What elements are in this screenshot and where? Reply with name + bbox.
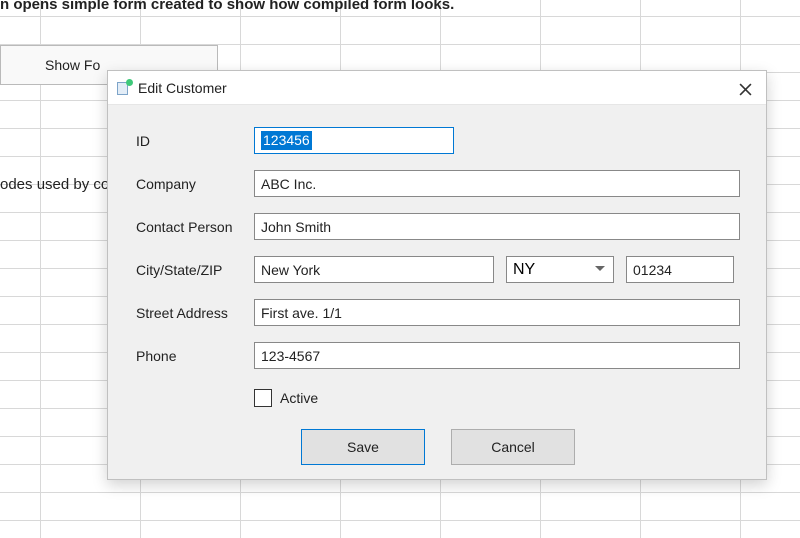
phone-value: 123-4567 [261, 348, 320, 364]
id-input[interactable]: 123456 [254, 127, 454, 154]
codes-text: odes used by co [0, 176, 109, 193]
phone-input[interactable]: 123-4567 [254, 342, 740, 369]
contact-input[interactable]: John Smith [254, 213, 740, 240]
dialog-title: Edit Customer [138, 80, 227, 96]
form-body: ID 123456 Company ABC Inc. Contact Perso… [108, 105, 766, 477]
city-input[interactable]: New York [254, 256, 494, 283]
label-street: Street Address [136, 305, 254, 321]
active-checkbox[interactable] [254, 389, 272, 407]
row-street: Street Address First ave. 1/1 [136, 299, 740, 326]
company-input[interactable]: ABC Inc. [254, 170, 740, 197]
row-company: Company ABC Inc. [136, 170, 740, 197]
label-csz: City/State/ZIP [136, 262, 254, 278]
cancel-button[interactable]: Cancel [451, 429, 575, 465]
save-button[interactable]: Save [301, 429, 425, 465]
dialog-buttons: Save Cancel [136, 429, 740, 465]
row-id: ID 123456 [136, 127, 740, 154]
label-company: Company [136, 176, 254, 192]
label-phone: Phone [136, 348, 254, 364]
close-button[interactable] [730, 77, 760, 101]
label-id: ID [136, 133, 254, 149]
street-value: First ave. 1/1 [261, 305, 342, 321]
company-value: ABC Inc. [261, 176, 316, 192]
row-contact: Contact Person John Smith [136, 213, 740, 240]
label-contact: Contact Person [136, 219, 254, 235]
dialog-icon [116, 80, 132, 96]
street-input[interactable]: First ave. 1/1 [254, 299, 740, 326]
id-value: 123456 [261, 131, 312, 150]
dialog-titlebar: Edit Customer [108, 71, 766, 105]
state-select[interactable]: NY [506, 256, 614, 283]
show-form-label: Show Fo [45, 57, 100, 73]
state-value: NY [513, 261, 535, 279]
zip-input[interactable]: 01234 [626, 256, 734, 283]
row-phone: Phone 123-4567 [136, 342, 740, 369]
description-text: n opens simple form created to show how … [0, 0, 454, 13]
label-active: Active [280, 390, 318, 406]
row-active: Active [254, 389, 740, 407]
chevron-down-icon [595, 266, 605, 271]
city-value: New York [261, 262, 320, 278]
contact-value: John Smith [261, 219, 331, 235]
edit-customer-dialog: Edit Customer ID 123456 Company ABC Inc.… [107, 70, 767, 480]
row-city-state-zip: City/State/ZIP New York NY 01234 [136, 256, 740, 283]
zip-value: 01234 [633, 262, 672, 278]
close-icon [739, 83, 752, 96]
